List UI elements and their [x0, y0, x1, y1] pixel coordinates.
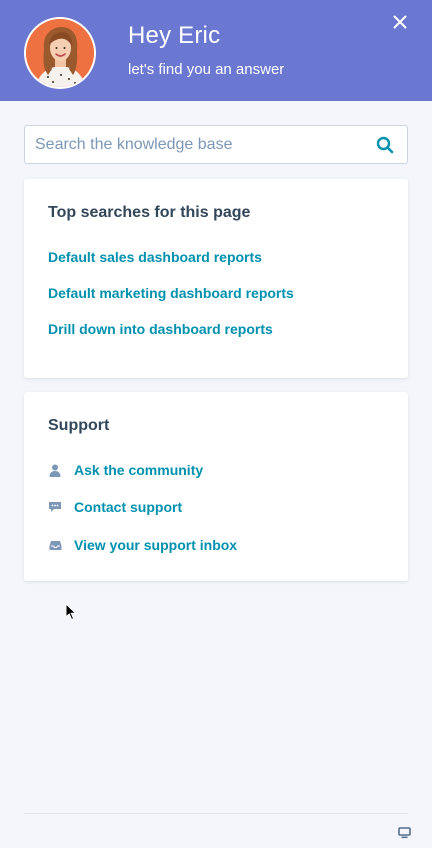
mouse-cursor-icon [65, 603, 77, 621]
contact-support-link[interactable]: Contact support [48, 497, 182, 517]
support-title: Support [48, 417, 110, 434]
user-avatar-photo [26, 19, 94, 87]
user-avatar [24, 17, 96, 89]
search-input[interactable] [25, 126, 365, 163]
knowledge-base-search [24, 125, 408, 164]
support-card: Support Ask the community Contact suppor… [24, 392, 408, 581]
help-header: Hey Eric let's find you an answer [0, 0, 432, 101]
support-item-label: Contact support [74, 499, 183, 515]
greeting-subtitle: let's find you an answer [128, 61, 285, 78]
top-search-link[interactable]: Drill down into dashboard reports [48, 321, 273, 337]
greeting-title: Hey Eric [128, 22, 221, 49]
support-item-label: Ask the community [74, 462, 204, 478]
ask-community-link[interactable]: Ask the community [48, 460, 203, 480]
search-icon [376, 136, 394, 154]
close-button[interactable] [390, 12, 410, 32]
support-inbox-link[interactable]: View your support inbox [48, 535, 237, 555]
search-button[interactable] [375, 135, 395, 155]
inbox-icon [48, 538, 62, 552]
monitor-icon [397, 827, 411, 839]
support-item-label: View your support inbox [74, 537, 238, 553]
top-search-link[interactable]: Default marketing dashboard reports [48, 285, 294, 301]
top-search-link[interactable]: Default sales dashboard reports [48, 249, 262, 265]
footer-device-button[interactable] [396, 826, 412, 840]
top-searches-title: Top searches for this page [48, 204, 251, 221]
help-panel: Hey Eric let's find you an answer Top se… [0, 0, 432, 848]
person-icon [48, 463, 62, 477]
footer-divider [24, 813, 408, 814]
top-searches-card: Top searches for this page Default sales… [24, 179, 408, 378]
chat-icon [48, 500, 62, 514]
close-icon [393, 15, 407, 29]
